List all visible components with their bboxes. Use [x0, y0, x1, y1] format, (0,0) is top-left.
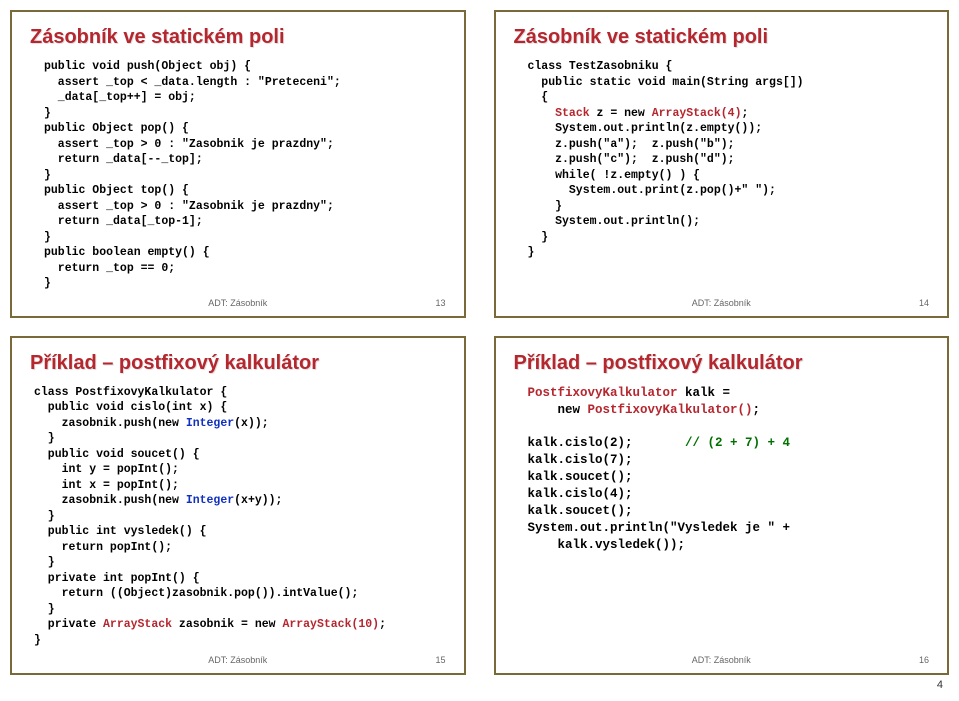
code-line: public int vysledek() { [34, 525, 207, 538]
code-line: assert _top < _data.length : "Preteceni"… [44, 76, 341, 89]
code-line: } [44, 169, 51, 182]
code-line: } [528, 231, 549, 244]
slide-grid: Zásobník ve statickém poli public void p… [10, 10, 949, 675]
code-line: z.push("a"); z.push("b"); [528, 138, 735, 151]
code-line: assert _top > 0 : "Zasobnik je prazdny"; [44, 200, 334, 213]
code-line: z.push("c"); z.push("d"); [528, 153, 735, 166]
footer-text: ADT: Zásobník [692, 655, 751, 665]
code-line: return _data[_top-1]; [44, 215, 203, 228]
code-line: zasobnik.push(new [34, 417, 186, 430]
code-line: } [528, 200, 563, 213]
code-text: zasobnik = new [172, 618, 282, 631]
code-highlight: Integer [186, 417, 234, 430]
code-block: public void push(Object obj) { assert _t… [30, 59, 446, 292]
slide-title: Příklad – postfixový kalkulátor [30, 352, 446, 375]
code-highlight: PostfixovyKalkulator() [588, 403, 753, 417]
code-line: return popInt(); [34, 541, 172, 554]
code-line: kalk.cislo(7); [528, 453, 633, 467]
code-block: PostfixovyKalkulator kalk = new Postfixo… [514, 385, 930, 649]
code-line: public Object pop() { [44, 122, 189, 135]
slide-number: 13 [435, 298, 445, 308]
code-line: } [34, 634, 41, 647]
slide-13: Zásobník ve statickém poli public void p… [10, 10, 466, 318]
code-text: ; [753, 403, 761, 417]
code-line: kalk.cislo(4); [528, 487, 633, 501]
slide-title: Zásobník ve statickém poli [30, 26, 446, 49]
code-line: private int popInt() { [34, 572, 200, 585]
code-highlight: PostfixovyKalkulator [528, 386, 678, 400]
code-block: class TestZasobniku { public static void… [514, 59, 930, 292]
slide-footer: ADT: Zásobník 16 [514, 655, 930, 665]
code-line: int y = popInt(); [34, 463, 179, 476]
code-line: new [528, 403, 588, 417]
code-line: public boolean empty() { [44, 246, 210, 259]
slide-title: Příklad – postfixový kalkulátor [514, 352, 930, 375]
code-line: assert _top > 0 : "Zasobnik je prazdny"; [44, 138, 334, 151]
code-line: } [44, 231, 51, 244]
footer-text: ADT: Zásobník [692, 298, 751, 308]
footer-text: ADT: Zásobník [208, 655, 267, 665]
code-line: public void push(Object obj) { [44, 60, 251, 73]
code-text: kalk = [678, 386, 731, 400]
code-line: } [34, 432, 55, 445]
footer-text: ADT: Zásobník [208, 298, 267, 308]
code-line: kalk.soucet(); [528, 504, 633, 518]
code-comment: // (2 + 7) + 4 [633, 436, 791, 450]
code-line: private [34, 618, 103, 631]
code-block: class PostfixovyKalkulator { public void… [30, 385, 446, 649]
code-line [528, 107, 556, 120]
code-text: (x)); [234, 417, 269, 430]
code-line: class PostfixovyKalkulator { [34, 386, 227, 399]
slide-footer: ADT: Zásobník 13 [30, 298, 446, 308]
code-line: int x = popInt(); [34, 479, 179, 492]
slide-footer: ADT: Zásobník 15 [30, 655, 446, 665]
code-line: public void soucet() { [34, 448, 200, 461]
code-line: return _data[--_top]; [44, 153, 203, 166]
code-line: kalk.cislo(2); [528, 436, 633, 450]
code-text: ; [741, 107, 748, 120]
code-line: } [528, 246, 535, 259]
code-line: System.out.println(z.empty()); [528, 122, 763, 135]
code-line: return ((Object)zasobnik.pop()).intValue… [34, 587, 358, 600]
code-highlight: ArrayStack(4) [652, 107, 742, 120]
code-line: } [44, 107, 51, 120]
code-line: kalk.vysledek()); [528, 538, 686, 552]
code-text: ; [379, 618, 386, 631]
code-line: public static void main(String args[]) [528, 76, 804, 89]
code-line: } [44, 277, 51, 290]
code-line: zasobnik.push(new [34, 494, 186, 507]
code-text: (x+y)); [234, 494, 282, 507]
code-highlight: Stack [555, 107, 590, 120]
code-line: kalk.soucet(); [528, 470, 633, 484]
code-line: } [34, 603, 55, 616]
slide-footer: ADT: Zásobník 14 [514, 298, 930, 308]
code-line: { [528, 91, 549, 104]
code-line: return _top == 0; [44, 262, 175, 275]
code-line: public Object top() { [44, 184, 189, 197]
code-highlight: Integer [186, 494, 234, 507]
code-highlight: ArrayStack [103, 618, 172, 631]
code-line: System.out.println(); [528, 215, 701, 228]
page-number: 4 [10, 675, 949, 691]
slide-number: 16 [919, 655, 929, 665]
code-line: System.out.println("Vysledek je " + [528, 521, 791, 535]
code-line: System.out.print(z.pop()+" "); [528, 184, 776, 197]
code-line: while( !z.empty() ) { [528, 169, 701, 182]
code-line: class TestZasobniku { [528, 60, 673, 73]
slide-15: Příklad – postfixový kalkulátor class Po… [10, 336, 466, 675]
code-text: z = new [590, 107, 652, 120]
code-line: _data[_top++] = obj; [44, 91, 196, 104]
slide-title: Zásobník ve statickém poli [514, 26, 930, 49]
slide-16: Příklad – postfixový kalkulátor Postfixo… [494, 336, 950, 675]
slide-number: 15 [435, 655, 445, 665]
code-line: public void cislo(int x) { [34, 401, 227, 414]
code-highlight: ArrayStack(10) [282, 618, 379, 631]
slide-number: 14 [919, 298, 929, 308]
code-line: } [34, 556, 55, 569]
slide-14: Zásobník ve statickém poli class TestZas… [494, 10, 950, 318]
code-line: } [34, 510, 55, 523]
